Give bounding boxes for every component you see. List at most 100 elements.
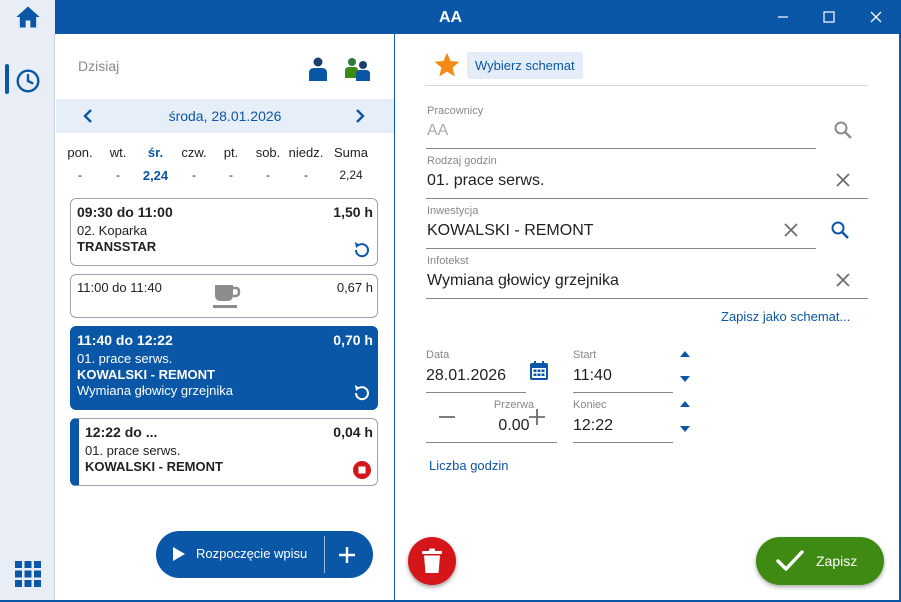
time-entry[interactable]: 09:30 do 11:00 1,50 h 02. Koparka TRANSS… bbox=[70, 198, 378, 266]
day-hours: - bbox=[116, 168, 120, 182]
sidebar bbox=[0, 0, 55, 602]
repeat-entry-button[interactable] bbox=[351, 383, 371, 403]
day-hours: - bbox=[78, 168, 82, 182]
week-day-active[interactable]: śr. bbox=[137, 145, 174, 160]
today-button[interactable]: Dzisiaj bbox=[78, 58, 119, 74]
field-underline bbox=[426, 392, 526, 393]
field-underline bbox=[426, 298, 868, 299]
employees-field[interactable]: Pracownicy AA bbox=[426, 105, 868, 151]
entry-time: 09:30 do 11:00 bbox=[77, 204, 173, 220]
entry-time: 11:00 do 11:40 bbox=[77, 280, 162, 295]
week-sum: 2,24 bbox=[339, 168, 363, 182]
close-icon bbox=[836, 273, 850, 287]
week-day[interactable]: sob. bbox=[248, 145, 288, 160]
hours-type-field[interactable]: Rodzaj godzin 01. prace serws. bbox=[426, 155, 868, 201]
play-icon bbox=[173, 547, 185, 561]
entry-hours-type: 01. prace serws. bbox=[77, 351, 173, 366]
date-value[interactable]: 28.01.2026 bbox=[426, 367, 506, 385]
end-time-field[interactable]: Koniec 12:22 bbox=[573, 399, 673, 445]
clear-infotext-button[interactable] bbox=[832, 269, 854, 291]
week-day[interactable]: wt. bbox=[99, 145, 137, 160]
entry-hours: 0,70 h bbox=[333, 332, 373, 348]
next-day-button[interactable] bbox=[349, 105, 371, 127]
time-entry-running[interactable]: 12:22 do ... 0,04 h 01. prace serws. KOW… bbox=[70, 418, 378, 486]
current-date[interactable]: środa, 28.01.2026 bbox=[56, 108, 394, 124]
entry-time: 12:22 do ... bbox=[85, 424, 158, 440]
search-investment-button[interactable] bbox=[829, 219, 851, 241]
clear-investment-button[interactable] bbox=[780, 219, 802, 241]
week-day-headers: pon. wt. śr. czw. pt. sob. niedz. Suma bbox=[61, 145, 391, 160]
plus-icon bbox=[339, 547, 355, 563]
clock-button[interactable] bbox=[13, 66, 43, 96]
chevron-right-icon bbox=[356, 109, 365, 123]
entry-time: 11:40 do 12:22 bbox=[77, 332, 173, 348]
header-divider bbox=[425, 85, 868, 86]
infotext-value[interactable]: Wymiana głowicy grzejnika bbox=[427, 272, 619, 290]
date-navigator: środa, 28.01.2026 bbox=[56, 99, 394, 133]
entry-investment: TRANSSTAR bbox=[77, 239, 157, 254]
calendar-button[interactable] bbox=[528, 360, 550, 382]
week-day[interactable]: czw. bbox=[174, 145, 214, 160]
undo-icon bbox=[354, 242, 369, 258]
week-day[interactable]: pt. bbox=[214, 145, 248, 160]
end-decrement-button[interactable] bbox=[677, 423, 693, 435]
plus-icon bbox=[529, 409, 545, 425]
minimize-button[interactable] bbox=[760, 0, 806, 34]
star-icon bbox=[434, 52, 460, 77]
caret-down-icon bbox=[680, 426, 690, 432]
trash-icon bbox=[422, 548, 442, 573]
date-field[interactable]: Data 28.01.2026 bbox=[426, 349, 526, 395]
start-time-field[interactable]: Start 11:40 bbox=[573, 349, 673, 395]
hours-count-link[interactable]: Liczba godzin bbox=[429, 458, 509, 473]
week-day[interactable]: pon. bbox=[61, 145, 99, 160]
start-value[interactable]: 11:40 bbox=[573, 367, 612, 385]
day-hours-active: 2,24 bbox=[142, 168, 169, 183]
day-hours: - bbox=[304, 168, 308, 182]
investment-value[interactable]: KOWALSKI - REMONT bbox=[427, 222, 594, 240]
end-value[interactable]: 12:22 bbox=[573, 417, 613, 435]
apps-button[interactable] bbox=[14, 560, 42, 588]
search-icon bbox=[834, 121, 852, 139]
search-employees-button[interactable] bbox=[832, 119, 854, 141]
employees-label: Pracownicy bbox=[427, 105, 484, 117]
favorite-button[interactable] bbox=[433, 51, 461, 79]
employees-value[interactable]: AA bbox=[427, 122, 448, 140]
end-increment-button[interactable] bbox=[677, 398, 693, 410]
start-entry-button[interactable]: Rozpoczęcie wpisu bbox=[156, 531, 373, 578]
day-hours: - bbox=[229, 168, 233, 182]
repeat-entry-button[interactable] bbox=[351, 240, 371, 260]
start-label: Start bbox=[573, 349, 597, 361]
time-entry-selected[interactable]: 11:40 do 12:22 0,70 h 01. prace serws. K… bbox=[70, 326, 378, 410]
close-icon bbox=[784, 223, 798, 237]
week-day[interactable]: niedz. bbox=[288, 145, 324, 160]
caret-up-icon bbox=[680, 351, 690, 357]
hours-type-value[interactable]: 01. prace serws. bbox=[427, 172, 544, 190]
button-separator bbox=[324, 536, 325, 573]
field-underline bbox=[573, 392, 673, 393]
save-as-schema-link[interactable]: Zapisz jako schemat... bbox=[721, 309, 850, 324]
close-icon bbox=[870, 11, 882, 23]
clear-hours-type-button[interactable] bbox=[832, 169, 854, 191]
break-decrement-button[interactable] bbox=[438, 407, 456, 427]
investment-field[interactable]: Inwestycja KOWALSKI - REMONT bbox=[426, 205, 868, 251]
start-decrement-button[interactable] bbox=[677, 373, 693, 385]
single-employee-button[interactable] bbox=[306, 56, 332, 82]
infotext-label: Infotekst bbox=[427, 255, 469, 267]
group-employees-button[interactable] bbox=[344, 56, 372, 82]
delete-button[interactable] bbox=[408, 537, 456, 585]
time-entry-break[interactable]: 11:00 do 11:40 0,67 h bbox=[70, 274, 378, 318]
save-button[interactable]: Zapisz bbox=[756, 537, 884, 585]
hours-type-label: Rodzaj godzin bbox=[427, 155, 497, 167]
start-entry-label: Rozpoczęcie wpisu bbox=[196, 546, 308, 561]
sidebar-active-indicator bbox=[5, 64, 9, 94]
caret-down-icon bbox=[680, 376, 690, 382]
add-entry-button[interactable] bbox=[336, 544, 360, 566]
stop-entry-button[interactable] bbox=[352, 460, 372, 480]
choose-schema-button[interactable]: Wybierz schemat bbox=[467, 52, 583, 79]
end-label: Koniec bbox=[573, 399, 607, 411]
infotext-field[interactable]: Infotekst Wymiana głowicy grzejnika bbox=[426, 255, 868, 301]
maximize-button[interactable] bbox=[806, 0, 852, 34]
start-increment-button[interactable] bbox=[677, 348, 693, 360]
close-button[interactable] bbox=[853, 0, 899, 34]
break-increment-button[interactable] bbox=[528, 407, 546, 427]
